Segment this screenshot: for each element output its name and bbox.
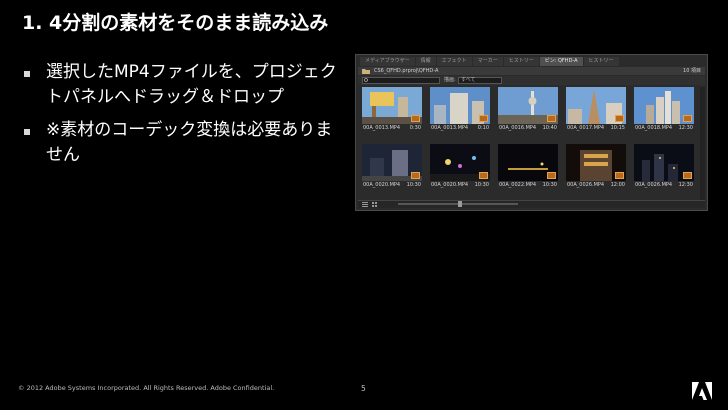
clip-badge-icon (411, 115, 420, 122)
tab-info[interactable]: 情報 (415, 57, 436, 66)
clip-badge-icon (411, 172, 420, 179)
clip-item[interactable]: 00A_0013.MP4 0:10 (430, 87, 490, 133)
search-input[interactable] (362, 77, 440, 84)
clip-name: 00A_0026.MP4 (635, 182, 673, 188)
clip-duration: 10:30 (406, 182, 421, 188)
clip-duration: 10:40 (542, 125, 557, 131)
clip-badge-icon (547, 172, 556, 179)
tab-bin-qfhd-a[interactable]: ビン: QFHD-A (539, 57, 583, 66)
tab-media-browser[interactable]: メディアブラウザー (360, 57, 415, 66)
page-number: 5 (361, 384, 366, 393)
clip-item[interactable]: 00A_0017.MP4 10:15 (566, 87, 626, 133)
bullet-item: ※素材のコーデック変換は必要ありません (24, 118, 344, 168)
clip-name: 00A_0020.MP4 (363, 182, 401, 188)
filter-select[interactable]: すべて (458, 77, 502, 84)
clip-badge-icon (479, 115, 488, 122)
item-count: 10 項目 (683, 68, 701, 74)
panel-tab-bar: メディアブラウザー 情報 エフェクト マーカー ヒストリー ビン: QFHD-A… (360, 57, 703, 66)
bullet-list: 選択したMP4ファイルを、プロジェクトパネルへドラッグ＆ドロップ ※素材のコーデ… (24, 60, 344, 176)
clip-item[interactable]: 00A_0020.MP4 10:30 (430, 144, 490, 190)
clip-duration: 0:10 (477, 125, 489, 131)
clip-badge-icon (615, 172, 624, 179)
folder-icon (362, 69, 370, 74)
clip-badge-icon (479, 172, 488, 179)
clip-name: 00A_0026.MP4 (567, 182, 605, 188)
panel-status-bar (358, 200, 705, 208)
clip-item[interactable]: 00A_0018.MP4 12:30 (634, 87, 694, 133)
tab-effects[interactable]: エフェクト (436, 57, 472, 66)
clip-name: 00A_0020.MP4 (431, 182, 469, 188)
clip-item[interactable]: 00A_0022.MP4 10:30 (498, 144, 558, 190)
bin-path-bar: CS6_QFHD.prproj\QFHD-A 10 項目 (358, 67, 705, 75)
clip-duration: 12:30 (678, 182, 693, 188)
clip-name: 00A_0022.MP4 (499, 182, 537, 188)
bullet-item: 選択したMP4ファイルを、プロジェクトパネルへドラッグ＆ドロップ (24, 60, 344, 110)
bullet-square-icon (24, 71, 30, 77)
clip-duration: 10:30 (542, 182, 557, 188)
clip-name: 00A_0016.MP4 (499, 125, 537, 131)
list-view-icon[interactable] (362, 202, 368, 207)
clip-item[interactable]: 00A_0013.MP4 0:30 (362, 87, 422, 133)
slide-title: 1. 4分割の素材をそのまま読み込み (22, 12, 329, 34)
clip-name: 00A_0013.MP4 (431, 125, 469, 131)
copyright-footer: © 2012 Adobe Systems Incorporated. All R… (18, 384, 275, 392)
tab-markers[interactable]: マーカー (472, 57, 503, 66)
clip-name: 00A_0013.MP4 (363, 125, 401, 131)
search-icon (364, 78, 368, 82)
clip-duration: 12:00 (610, 182, 625, 188)
bullet-text: ※素材のコーデック変換は必要ありません (46, 120, 333, 165)
clip-item[interactable]: 00A_0020.MP4 10:30 (362, 144, 422, 190)
clip-duration: 12:30 (678, 125, 693, 131)
clip-item[interactable]: 00A_0026.MP4 12:30 (634, 144, 694, 190)
tab-history[interactable]: ヒストリー (503, 57, 539, 66)
bin-path: CS6_QFHD.prproj\QFHD-A (374, 68, 439, 74)
zoom-slider[interactable] (398, 201, 518, 207)
bullet-square-icon (24, 129, 30, 135)
zoom-slider-thumb[interactable] (458, 201, 462, 207)
clip-badge-icon (683, 115, 692, 122)
project-panel-screenshot: メディアブラウザー 情報 エフェクト マーカー ヒストリー ビン: QFHD-A… (355, 54, 708, 211)
clip-name: 00A_0017.MP4 (567, 125, 605, 131)
vertical-scrollbar[interactable] (700, 87, 705, 201)
clip-name: 00A_0018.MP4 (635, 125, 673, 131)
tab-history-2[interactable]: ヒストリー (583, 57, 619, 66)
clip-badge-icon (547, 115, 556, 122)
clip-grid: 00A_0013.MP4 0:30 00A_0013.MP4 0:10 00A_0016… (362, 87, 697, 201)
clip-duration: 0:30 (409, 125, 421, 131)
clip-item[interactable]: 00A_0026.MP4 12:00 (566, 144, 626, 190)
adobe-logo-icon (692, 382, 712, 400)
clip-item[interactable]: 00A_0016.MP4 10:40 (498, 87, 558, 133)
bullet-text: 選択したMP4ファイルを、プロジェクトパネルへドラッグ＆ドロップ (46, 62, 337, 107)
clip-duration: 10:30 (474, 182, 489, 188)
filter-bar: 描画: すべて (358, 76, 705, 85)
clip-badge-icon (683, 172, 692, 179)
filter-label: 描画: (444, 77, 456, 83)
clip-badge-icon (615, 115, 624, 122)
icon-view-icon[interactable] (372, 202, 378, 207)
clip-duration: 10:15 (610, 125, 625, 131)
